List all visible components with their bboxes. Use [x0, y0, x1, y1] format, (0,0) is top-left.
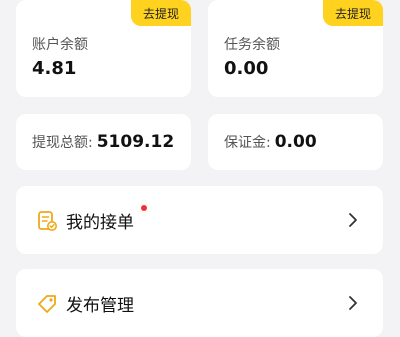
chevron-right-icon: [349, 213, 357, 227]
menu-item-label: 我的接单: [66, 213, 134, 233]
withdraw-total-card: 提现总额: 5109.12: [16, 114, 191, 170]
account-balance-card: 去提现 账户余额 4.81: [16, 0, 191, 97]
deposit-card: 保证金: 0.00: [208, 114, 383, 170]
menu-item-publish-management[interactable]: 发布管理: [16, 269, 383, 337]
notification-dot: [141, 205, 147, 211]
task-balance-value: 0.00: [224, 58, 269, 79]
withdraw-total-value: 5109.12: [96, 132, 175, 152]
deposit-label: 保证金:: [224, 135, 271, 151]
order-list-icon: [38, 211, 57, 231]
account-balance-label: 账户余额: [32, 37, 88, 53]
menu-item-my-orders[interactable]: 我的接单: [16, 186, 383, 254]
task-balance-card: 去提现 任务余额 0.00: [208, 0, 383, 97]
withdraw-button[interactable]: 去提现: [323, 0, 383, 26]
chevron-right-icon: [349, 296, 357, 310]
menu-item-label: 发布管理: [66, 296, 134, 316]
withdraw-button[interactable]: 去提现: [131, 0, 191, 26]
deposit-value: 0.00: [274, 132, 317, 152]
account-balance-value: 4.81: [32, 58, 77, 79]
withdraw-total-label: 提现总额:: [32, 135, 93, 151]
task-balance-label: 任务余额: [224, 37, 280, 53]
tag-icon: [38, 295, 56, 313]
